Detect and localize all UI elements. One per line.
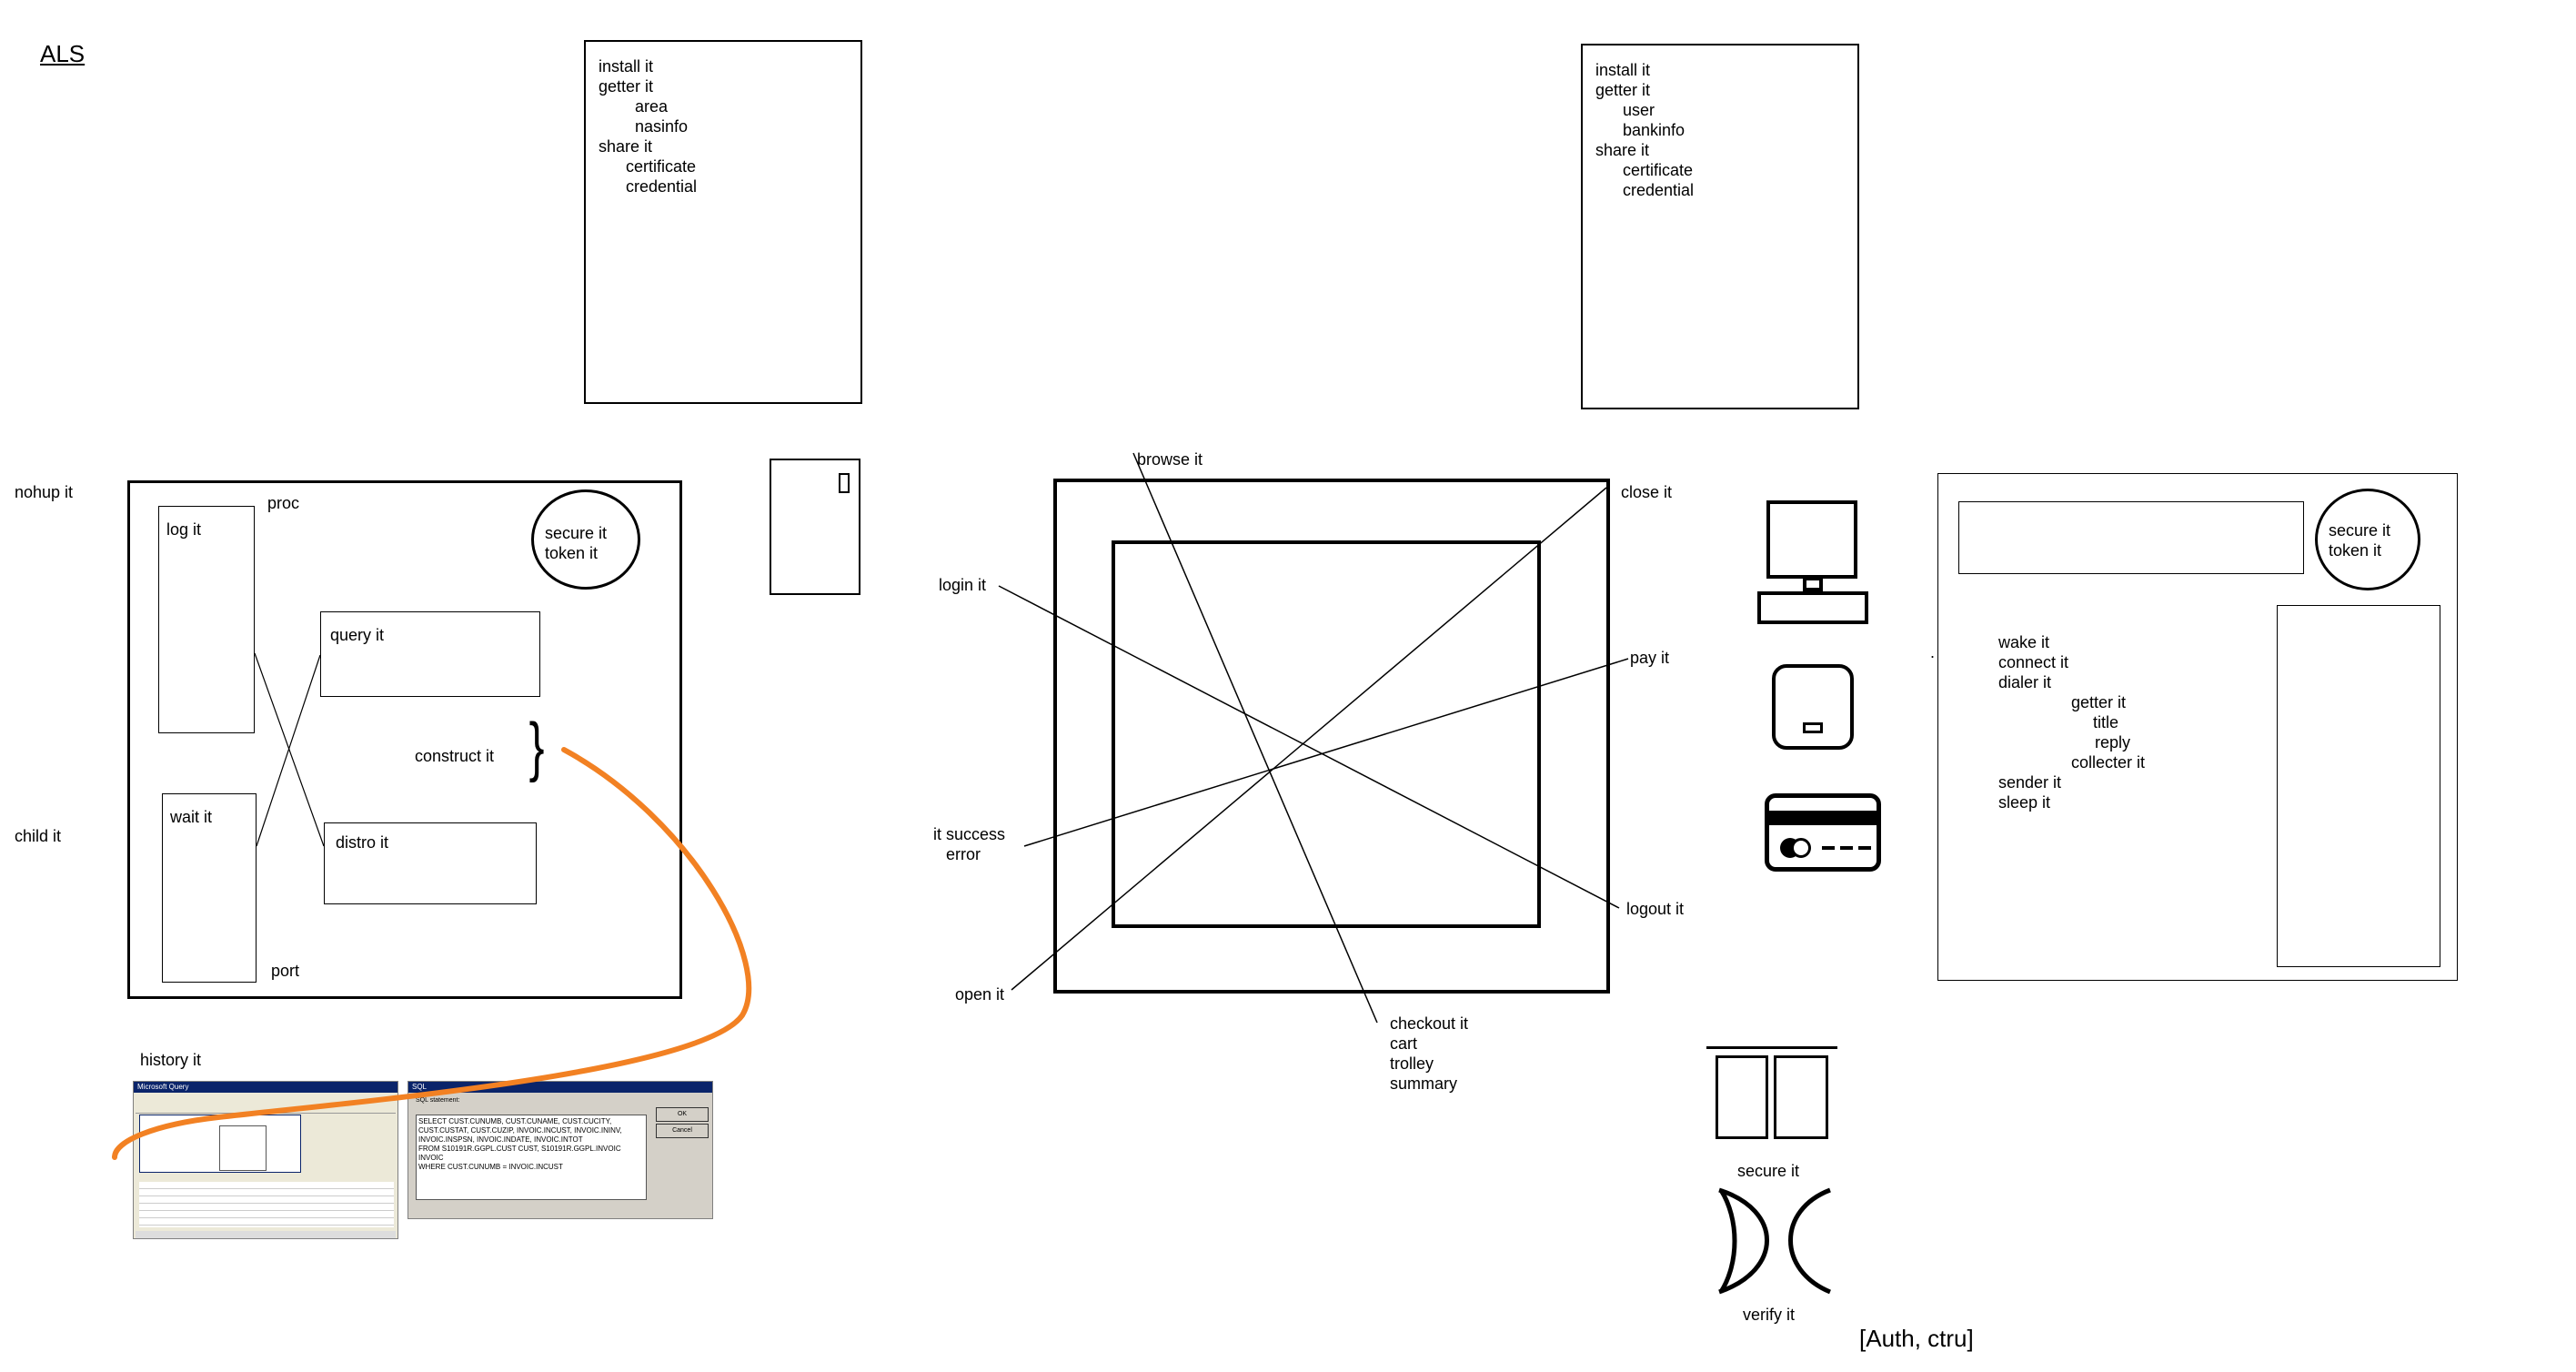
connector-line <box>1023 658 1629 847</box>
connector-line <box>998 585 1620 909</box>
connector-layer <box>112 452 1831 1295</box>
verify-arc-left <box>1718 1188 1737 1294</box>
verify-arc-right <box>1788 1187 1831 1295</box>
connector-line <box>254 652 325 847</box>
accent-curve <box>112 747 752 1160</box>
connector-line <box>1132 452 1378 1024</box>
connector-line <box>1011 487 1607 991</box>
